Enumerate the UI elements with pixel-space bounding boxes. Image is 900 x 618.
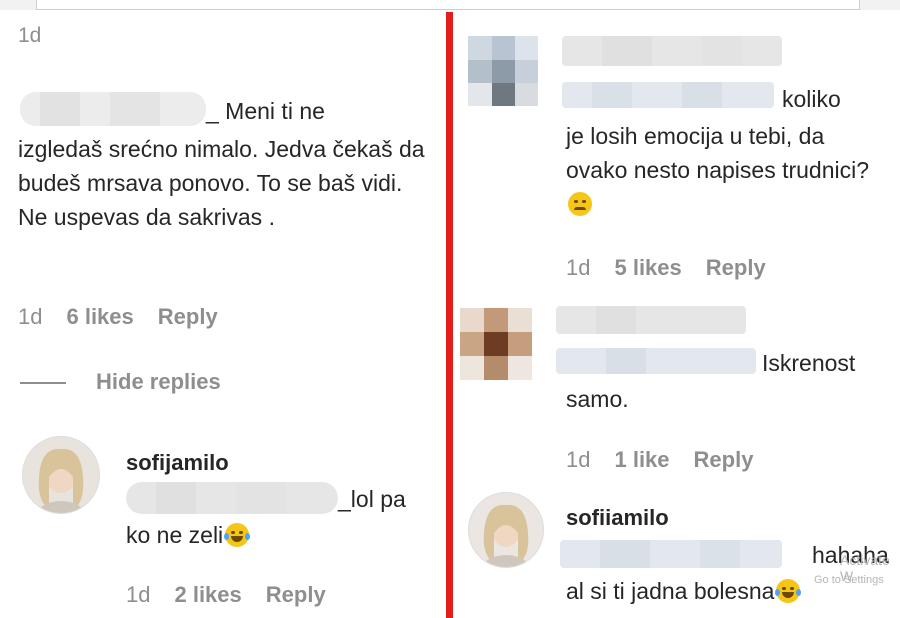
reply-button[interactable]: Reply [706, 255, 766, 280]
redacted-username [556, 306, 746, 334]
reply-text-line2: al si ti jadna bolesna [566, 574, 802, 608]
reply-text: al si ti jadna bolesna [566, 578, 775, 604]
meta-time: 1d [18, 304, 43, 329]
parent-comment-line1: _ Meni ti ne [206, 98, 325, 124]
likes-count[interactable]: 6 likes [66, 304, 133, 329]
reply-button[interactable]: Reply [158, 304, 218, 329]
redacted-mention [126, 482, 338, 514]
reply-text: ko ne zeli [126, 522, 224, 548]
reply-meta: 1d 2 likes Reply [126, 582, 350, 608]
reply-username[interactable]: sofijamilo [126, 450, 229, 476]
likes-count[interactable]: 5 likes [614, 255, 681, 280]
redacted-mention [556, 348, 756, 374]
comment2-meta: 1d 1 like Reply [566, 447, 777, 473]
redacted-mention [560, 540, 782, 568]
pixelated-avatar[interactable] [460, 308, 532, 380]
comment2-line1: Iskrenost [762, 350, 856, 376]
likes-count[interactable]: 1 like [614, 447, 669, 472]
red-divider [446, 12, 453, 618]
comment1-body: je losih emocija u tebi, da ovako nesto … [566, 123, 870, 183]
comment1-meta: 1d 5 likes Reply [566, 255, 790, 281]
comment1-line1: koliko [782, 86, 841, 112]
redacted-username [20, 92, 206, 126]
reply-button[interactable]: Reply [694, 447, 754, 472]
pixelated-photo-icon [460, 308, 532, 380]
reply-text-line1: _lol pa [338, 486, 406, 512]
pensive-face-icon [568, 192, 592, 216]
reply-button[interactable]: Reply [266, 582, 326, 607]
redacted-mention [562, 82, 774, 108]
parent-comment-text: izgledaš srećno nimalo. Jedva čekaš da b… [18, 136, 425, 230]
tears-of-joy-icon [775, 579, 802, 603]
meta-time: 1d [126, 582, 151, 607]
address-bar[interactable] [36, 0, 860, 10]
activate-windows-watermark-sub: Go to Settings [814, 574, 884, 586]
profile-photo-icon [37, 448, 85, 513]
meta-time: 1d [566, 447, 591, 472]
parent-timestamp: 1d [18, 24, 42, 47]
hide-replies-line [20, 382, 66, 384]
avatar[interactable] [22, 436, 100, 514]
likes-count[interactable]: 2 likes [174, 582, 241, 607]
hide-replies-button[interactable]: Hide replies [96, 369, 221, 395]
comment2-line2: samo. [566, 386, 629, 412]
meta-time: 1d [566, 255, 591, 280]
profile-photo-icon [482, 504, 530, 567]
pixelated-avatar[interactable] [468, 36, 538, 106]
tears-of-joy-icon [224, 523, 251, 547]
avatar[interactable] [468, 492, 544, 568]
pixelated-photo-icon [468, 36, 538, 106]
reply-username[interactable]: sofiiamilo [566, 505, 669, 531]
redacted-username [562, 36, 782, 66]
parent-comment-meta: 1d 6 likes Reply [18, 304, 242, 330]
reply-text-line2: ko ne zeli [126, 518, 251, 552]
comment1-text: je losih emocija u tebi, da ovako nesto … [566, 119, 888, 221]
